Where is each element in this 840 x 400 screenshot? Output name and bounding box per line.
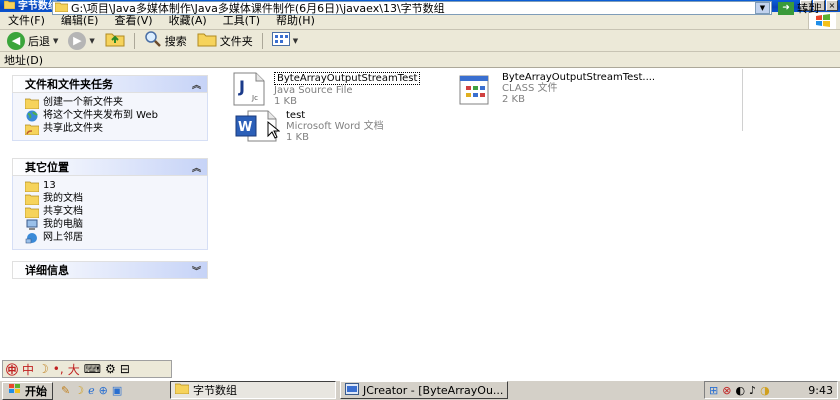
address-path: G:\项目\Java多媒体制作\Java多媒体课件制作(6月6日)\javaex… [71,2,445,15]
folder-up-icon [105,31,125,50]
address-label: 地址(D) [4,53,44,67]
go-arrow-icon: ➜ [778,1,794,15]
search-button[interactable]: 搜索 [141,31,190,51]
ime-chinese-label[interactable]: 中 [22,361,34,378]
back-arrow-icon: ◀ [7,31,25,50]
moon-icon[interactable]: ☽ [38,362,49,376]
ime-icon[interactable]: ㊥ [6,361,18,378]
tray-speaker-icon[interactable]: ♪ [749,384,756,397]
address-dropdown-button[interactable]: ▼ [755,2,770,14]
task-new-folder[interactable]: 创建一个新文件夹 [25,97,207,109]
network-icon [25,233,37,244]
address-bar: 地址(D) [0,52,840,68]
jcreator-icon [345,382,359,398]
java-file-icon: J Jc [233,72,265,106]
start-button[interactable]: 开始 [2,381,53,400]
system-tray: ⊞ ⊗ ◐ ♪ ◑ 9:43 [704,381,838,399]
file-size: 1 KB [286,132,309,143]
folders-button[interactable]: 文件夹 [194,31,256,51]
details-header[interactable]: 详细信息 ︾ [12,261,208,279]
menu-file[interactable]: 文件(F) [0,12,53,30]
language-bar[interactable]: ㊥ 中 ☽ •, 大 ⌨ ⚙ ⊟ [2,360,172,378]
place-shared-documents[interactable]: 共享文档 [25,206,207,218]
quick-launch-desktop-icon[interactable]: ▣ [112,384,122,397]
file-item-java[interactable]: J Jc ByteArrayOutputStreamTest Java Sour… [230,72,421,107]
class-file-icon [459,75,489,105]
chevron-down-icon: ▼ [89,36,95,45]
taskbar-item-explorer[interactable]: 字节数组 [170,381,336,399]
place-my-documents[interactable]: 我的文档 [25,193,207,205]
collapse-chevron-icon[interactable]: ︽ [192,161,201,174]
punctuation-icon[interactable]: •, [53,362,64,376]
svg-text:J: J [238,77,245,96]
chevron-down-icon: ▼ [292,36,299,45]
place-my-computer[interactable]: 我的电脑 [25,219,207,231]
full-width-icon[interactable]: 大 [68,361,80,378]
search-icon [144,31,162,50]
address-input[interactable]: G:\项目\Java多媒体制作\Java多媒体课件制作(6月6日)\javaex… [52,1,772,15]
tray-network-icon[interactable]: ⊞ [709,384,718,397]
folder-icon [25,181,39,192]
tray-volume-icon[interactable]: ◐ [735,384,745,397]
task-share-folder[interactable]: 共享此文件夹 [25,123,207,135]
file-name: ByteArrayOutputStreamTest [274,72,421,85]
file-tasks-header[interactable]: 文件和文件夹任务 ︽ [12,75,208,93]
back-button[interactable]: ◀ 后退 ▼ [4,31,61,51]
quick-launch-media-icon[interactable]: ✎ [61,384,70,397]
up-folder-button[interactable] [102,31,128,51]
tray-antivirus-icon[interactable]: ⊗ [722,384,731,397]
file-tasks-panel: 文件和文件夹任务 ︽ 创建一个新文件夹 将这个文件夹发布到 Web 共享此文件夹 [12,75,208,141]
place-network[interactable]: 网上邻居 [25,232,207,244]
forward-button[interactable]: ▶ ▼ [65,31,97,51]
new-folder-icon [25,98,39,109]
collapse-chevron-icon[interactable]: ︽ [192,78,201,91]
task-publish-web[interactable]: 将这个文件夹发布到 Web [25,110,207,122]
file-list-view: J Jc ByteArrayOutputStreamTest Java Sour… [218,69,840,359]
chevron-down-icon: ▼ [53,36,59,45]
globe-icon [26,110,38,122]
close-button[interactable]: × [826,0,838,11]
folder-icon [174,383,190,397]
file-item-word[interactable]: W test Microsoft Word 文档 1 KB [230,110,384,143]
file-name: test [286,110,306,121]
svg-text:Jc: Jc [251,94,258,102]
quick-launch-network-icon[interactable]: ⊕ [99,384,108,397]
computer-icon [26,219,38,230]
place-13[interactable]: 13 [25,180,207,192]
file-type: Java Source File [274,85,353,96]
expand-chevron-icon[interactable]: ︾ [192,264,201,277]
other-places-header[interactable]: 其它位置 ︽ [12,158,208,176]
quick-launch-ie-icon[interactable]: ℯ [88,384,95,397]
file-size: 2 KB [502,94,525,105]
folder-icon [25,207,39,218]
share-folder-icon [25,124,39,135]
quick-launch-moon-icon[interactable]: ☽ [74,384,84,397]
tray-ime-icon[interactable]: ◑ [760,384,770,397]
file-name: ByteArrayOutputStreamTest.... [502,72,656,83]
file-item-class[interactable]: ByteArrayOutputStreamTest.... CLASS 文件 2… [458,72,655,106]
help-icon[interactable]: ⊟ [120,362,130,376]
forward-arrow-icon: ▶ [68,31,87,50]
clock[interactable]: 9:43 [808,384,833,397]
go-button[interactable]: ➜ 转到 [778,1,819,15]
word-doc-icon: W [235,110,280,142]
views-icon [271,32,290,49]
folders-icon [197,31,217,50]
file-type: Microsoft Word 文档 [286,121,384,132]
windows-logo-icon [8,383,22,398]
file-size: 1 KB [274,96,297,107]
file-type: CLASS 文件 [502,83,558,94]
keyboard-icon[interactable]: ⌨ [84,362,101,376]
task-pane: 文件和文件夹任务 ︽ 创建一个新文件夹 将这个文件夹发布到 Web 共享此文件夹… [0,69,218,359]
views-button[interactable]: ▼ [269,31,301,51]
folder-icon [54,2,69,14]
details-panel: 详细信息 ︾ [12,261,208,279]
quick-launch: ✎ ☽ ℯ ⊕ ▣ [61,384,122,397]
tools-icon[interactable]: ⚙ [105,362,116,376]
other-places-panel: 其它位置 ︽ 13 我的文档 共享文档 我的电脑 网上邻居 [12,158,208,250]
svg-text:W: W [238,120,252,135]
taskbar-item-jcreator[interactable]: JCreator - [ByteArrayOu... [340,381,508,399]
toolbar: ◀ 后退 ▼ ▶ ▼ 搜索 文件夹 ▼ [0,30,840,52]
folder-icon [25,194,39,205]
